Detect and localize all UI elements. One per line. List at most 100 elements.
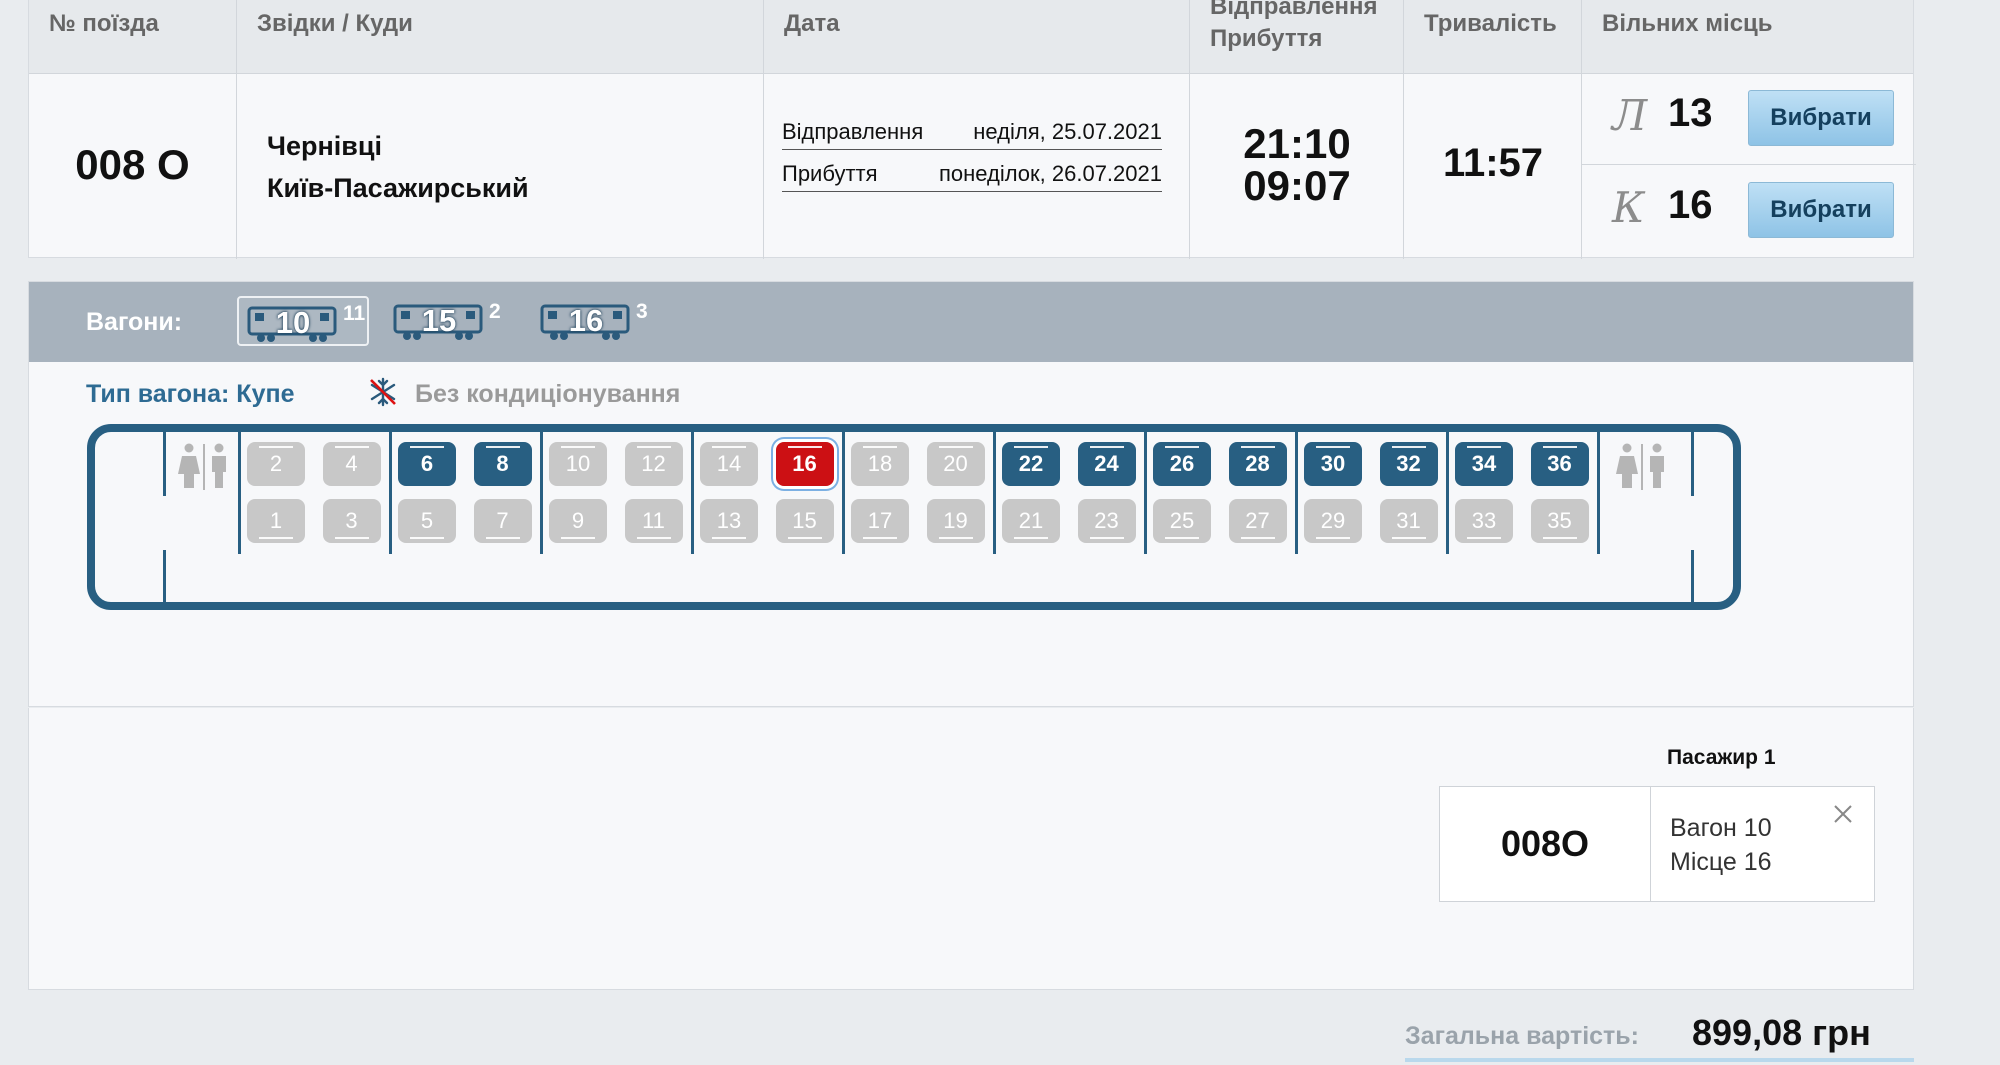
class-row-l: Л 13 Вибрати: [1582, 73, 1916, 165]
partition-line: [1446, 432, 1449, 554]
seat-2: 2: [247, 442, 305, 486]
partition-line: [691, 432, 694, 554]
arrive-date-row: Прибуття понеділок, 26.07.2021: [782, 161, 1162, 192]
seat-7: 7: [473, 499, 532, 543]
depart-time: 21:10: [1243, 120, 1351, 167]
choose-class-l-button[interactable]: Вибрати: [1748, 90, 1894, 146]
seat-19: 19: [926, 499, 985, 543]
wagon-type: Тип вагона: Купе: [86, 380, 295, 408]
seat-13: 13: [700, 499, 758, 543]
wagon-free-count: 11: [343, 302, 366, 325]
partition-line: [993, 432, 996, 554]
wagon-number: 10: [275, 305, 311, 340]
seat-31: 31: [1379, 499, 1438, 543]
total-value: 899,08 грн: [1692, 1012, 1871, 1053]
table-header: № поїзда Звідки / Куди Дата Відправлення…: [29, 0, 1913, 74]
snowflake-crossed-icon: [370, 377, 396, 407]
seat-10: 10: [549, 442, 607, 486]
header-date: Дата: [763, 0, 1189, 73]
passenger-title: Пасажир 1: [1667, 746, 1776, 769]
cell-route: Чернівці Київ-Пасажирський: [236, 73, 763, 259]
toilet-icon: [1616, 443, 1664, 490]
ticket-wagon: Вагон 10: [1670, 814, 1772, 842]
seat-18: 18: [851, 442, 909, 486]
seat-30[interactable]: 30: [1304, 442, 1362, 486]
wagon-scheme: 2 4 6 8 10 12 14 16 18 20 22 24 26 28 30 32 34 36 1 3 5 7 9 11 1…: [87, 424, 1741, 610]
partition-line: [163, 432, 166, 496]
partition-line: [1295, 432, 1298, 554]
seat-4: 4: [322, 442, 381, 486]
seat-25: 25: [1153, 499, 1211, 543]
cell-date: Відправлення неділя, 25.07.2021 Прибуття…: [763, 73, 1189, 259]
class-code: К: [1612, 183, 1645, 232]
train-table: № поїзда Звідки / Куди Дата Відправлення…: [28, 0, 1916, 259]
wagon-selector-bar: Вагони: 10 11 15 2 16 3: [29, 282, 1913, 362]
seat-22[interactable]: 22: [1002, 442, 1060, 486]
seat-35: 35: [1530, 499, 1589, 543]
seat-33: 33: [1455, 499, 1513, 543]
seat-26[interactable]: 26: [1153, 442, 1211, 486]
route-from: Чернівці: [267, 131, 382, 161]
seat-12: 12: [624, 442, 683, 486]
passenger-panel: Пасажир 1 008О Вагон 10 Місце 16: [28, 708, 1914, 990]
wagon-number: 16: [568, 303, 604, 338]
seat-14: 14: [700, 442, 758, 486]
seat-20: 20: [926, 442, 985, 486]
cell-train-no: 008 О: [29, 73, 236, 259]
partition-line: [540, 432, 543, 554]
header-train-no: № поїзда: [49, 10, 159, 37]
times: 21:10 09:07: [1190, 123, 1404, 207]
air-conditioning-note: Без кондиціонування: [415, 380, 681, 408]
seat-32[interactable]: 32: [1379, 442, 1438, 486]
header-free-seats: Вільних місць: [1581, 0, 1915, 73]
seat-24[interactable]: 24: [1077, 442, 1136, 486]
partition-line: [1144, 432, 1147, 554]
partition-line: [842, 432, 845, 554]
seat-6[interactable]: 6: [398, 442, 456, 486]
ticket-train-number: 008О: [1440, 787, 1651, 901]
ticket-seat: Місце 16: [1670, 848, 1772, 876]
ticket-card: 008О Вагон 10 Місце 16: [1439, 786, 1875, 902]
wagon-tab-16[interactable]: 16 3: [532, 296, 664, 346]
depart-date-label: Відправлення: [782, 119, 924, 144]
seat-1: 1: [247, 499, 305, 543]
partition-line: [163, 550, 166, 610]
close-icon[interactable]: [1830, 801, 1856, 827]
partition-line: [1691, 550, 1694, 610]
wagon-panel: Вагони: 10 11 15 2 16 3 Тип вагона: Купе…: [28, 281, 1914, 707]
header-route: Звідки / Куди: [236, 0, 763, 73]
class-row-k: К 16 Вибрати: [1582, 165, 1916, 257]
header-duration: Тривалість: [1403, 0, 1581, 73]
wagon-tab-10[interactable]: 10 11: [237, 296, 369, 346]
seat-15: 15: [775, 499, 834, 543]
wagon-free-count: 2: [489, 300, 501, 323]
header-times-depart: Відправлення: [1210, 0, 1378, 20]
partition-line: [1597, 432, 1600, 554]
total-underline: [1405, 1058, 1914, 1062]
wagon-number: 15: [421, 303, 457, 338]
cell-duration: 11:57: [1403, 73, 1581, 259]
seat-17: 17: [851, 499, 909, 543]
train-number: 008 О: [75, 141, 190, 188]
seat-9: 9: [549, 499, 607, 543]
wagon-tab-15[interactable]: 15 2: [385, 296, 517, 346]
arrive-date-label: Прибуття: [782, 161, 878, 186]
header-times: Відправлення Прибуття: [1189, 0, 1403, 73]
seat-27: 27: [1228, 499, 1287, 543]
seat-36[interactable]: 36: [1530, 442, 1589, 486]
class-code: Л: [1612, 91, 1648, 140]
choose-class-k-button[interactable]: Вибрати: [1748, 182, 1894, 238]
partition-line: [238, 432, 241, 554]
class-count: 13: [1668, 91, 1713, 135]
partition-line: [1691, 432, 1694, 496]
route-to: Київ-Пасажирський: [267, 173, 529, 203]
total-label: Загальна вартість:: [1405, 1022, 1639, 1050]
route: Чернівці Київ-Пасажирський: [267, 125, 529, 209]
seat-34[interactable]: 34: [1455, 442, 1513, 486]
cell-times: 21:10 09:07: [1189, 73, 1403, 259]
seat-8[interactable]: 8: [473, 442, 532, 486]
arrive-date-value: понеділок, 26.07.2021: [938, 161, 1162, 186]
seat-29: 29: [1304, 499, 1362, 543]
seat-16[interactable]: 16: [775, 442, 834, 486]
seat-28[interactable]: 28: [1228, 442, 1287, 486]
